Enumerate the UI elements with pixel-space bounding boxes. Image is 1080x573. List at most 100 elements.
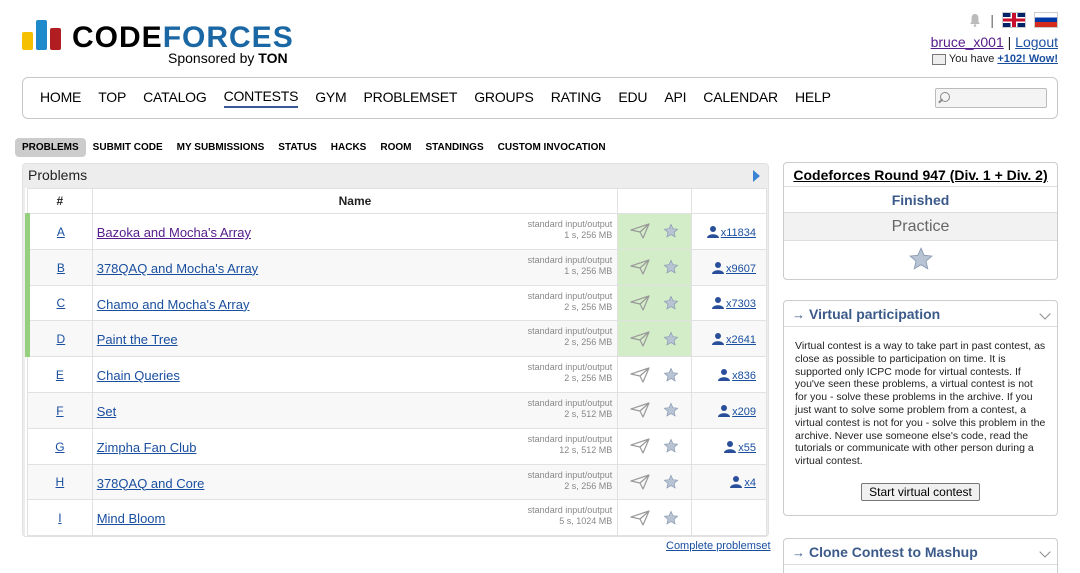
solved-count-link[interactable]: x836: [732, 370, 756, 382]
favourite-star-icon[interactable]: [663, 259, 679, 275]
submenu-my-submissions[interactable]: MY SUBMISSIONS: [170, 138, 272, 157]
favourite-star-icon[interactable]: [663, 510, 679, 526]
sponsor-text: Sponsored by TON: [168, 50, 288, 66]
start-virtual-contest-button[interactable]: Start virtual contest: [861, 482, 980, 501]
menu-api[interactable]: API: [664, 89, 686, 107]
submenu-custom-invocation[interactable]: CUSTOM INVOCATION: [491, 138, 613, 157]
table-row: B 378QAQ and Mocha's Array standard input/…: [25, 248, 767, 286]
menu-top[interactable]: TOP: [98, 89, 126, 107]
virtual-participation-header[interactable]: → Virtual participation: [784, 301, 1057, 327]
chevron-down-icon[interactable]: [1039, 308, 1051, 320]
envelope-icon[interactable]: [931, 53, 946, 65]
problem-name-link[interactable]: Chain Queries: [97, 368, 180, 383]
problem-name-cell: 378QAQ and Core standard input/output 2 s,…: [91, 463, 619, 501]
problem-index-link[interactable]: F: [56, 404, 63, 418]
submit-plane-icon[interactable]: [630, 402, 651, 418]
problem-index-link[interactable]: E: [56, 368, 64, 382]
user-icon: [706, 225, 719, 238]
solved-count-link[interactable]: x209: [732, 406, 756, 418]
favourite-star-icon[interactable]: [663, 223, 679, 239]
header-user-area: | bruce_x001 | Logout You have +102! Wow…: [931, 10, 1058, 65]
problem-name-link[interactable]: Bazoka and Mocha's Array: [97, 225, 251, 240]
solved-count-link[interactable]: x55: [738, 442, 756, 454]
menu-rating[interactable]: RATING: [551, 89, 602, 107]
problem-index-link[interactable]: H: [56, 475, 65, 489]
problem-index-link[interactable]: G: [55, 440, 64, 454]
problem-index-link[interactable]: I: [58, 511, 61, 525]
menu-calendar[interactable]: CALENDAR: [703, 89, 778, 107]
menu-catalog[interactable]: CATALOG: [143, 89, 207, 107]
problem-index-cell: A: [25, 213, 93, 250]
problem-name-link[interactable]: Chamo and Mocha's Array: [97, 297, 250, 312]
expand-arrow-icon[interactable]: [753, 170, 760, 182]
menu-problemset[interactable]: PROBLEMSET: [364, 89, 458, 107]
submenu-room[interactable]: ROOM: [373, 138, 418, 157]
virtual-participation-text: Virtual contest is a way to take part in…: [795, 340, 1046, 468]
col-actions-header: [617, 188, 693, 214]
contest-submenu: PROBLEMS SUBMIT CODE MY SUBMISSIONS STAT…: [15, 138, 613, 157]
chevron-down-icon[interactable]: [1039, 546, 1051, 558]
problem-name-link[interactable]: 378QAQ and Core: [97, 476, 205, 491]
arrow-right-icon: →: [792, 545, 805, 560]
problem-name-cell: 378QAQ and Mocha's Array standard input/o…: [91, 248, 619, 286]
favourite-star-icon[interactable]: [663, 295, 679, 311]
problem-index-link[interactable]: C: [57, 296, 66, 310]
menu-gym[interactable]: GYM: [315, 89, 346, 107]
favourite-star-icon[interactable]: [663, 474, 679, 490]
favourite-star-icon[interactable]: [663, 331, 679, 347]
submenu-submit-code[interactable]: SUBMIT CODE: [86, 138, 170, 157]
problem-name-link[interactable]: Mind Bloom: [97, 511, 166, 526]
menu-edu[interactable]: EDU: [618, 89, 647, 107]
clone-contest-header[interactable]: → Clone Contest to Mashup: [784, 539, 1057, 565]
submit-plane-icon[interactable]: [630, 474, 651, 490]
submenu-hacks[interactable]: HACKS: [324, 138, 374, 157]
problem-actions-cell: [617, 213, 693, 250]
favourite-star-icon[interactable]: [663, 402, 679, 418]
submenu-problems[interactable]: PROBLEMS: [15, 138, 86, 157]
favourite-star-icon[interactable]: [908, 246, 934, 275]
problem-name-link[interactable]: Set: [97, 404, 117, 419]
solved-count-link[interactable]: x9607: [726, 263, 756, 275]
submit-plane-icon[interactable]: [630, 366, 651, 383]
problem-limits: standard input/output 12 s, 512 MB: [527, 433, 613, 455]
solved-count-link[interactable]: x4: [744, 477, 756, 489]
submenu-status[interactable]: STATUS: [271, 138, 324, 157]
submit-plane-icon[interactable]: [630, 295, 651, 311]
menu-contests[interactable]: CONTESTS: [223, 88, 298, 108]
username-link[interactable]: bruce_x001: [931, 34, 1004, 50]
favourite-star-icon[interactable]: [663, 367, 679, 383]
problem-name-cell: Chamo and Mocha's Array standard input/ou…: [91, 284, 619, 322]
english-flag-icon[interactable]: [1002, 12, 1026, 28]
submenu-standings[interactable]: STANDINGS: [418, 138, 490, 157]
logout-link[interactable]: Logout: [1015, 34, 1058, 50]
codeforces-logo[interactable]: CODEFORCES Sponsored by TON: [22, 16, 312, 68]
submit-plane-icon[interactable]: [630, 438, 651, 454]
messages-count-link[interactable]: +102! Wow!: [997, 53, 1058, 65]
menu-home[interactable]: HOME: [40, 89, 81, 107]
bell-icon[interactable]: [968, 13, 982, 27]
favourite-star-icon[interactable]: [663, 438, 679, 454]
submit-plane-icon[interactable]: [630, 223, 651, 239]
problem-limits: standard input/output 1 s, 256 MB: [527, 219, 613, 240]
solved-count-link[interactable]: x7303: [726, 298, 756, 310]
problem-name-link[interactable]: Zimpha Fan Club: [97, 440, 197, 455]
submit-plane-icon[interactable]: [630, 510, 651, 526]
search-input[interactable]: [952, 90, 1044, 106]
menu-groups[interactable]: GROUPS: [474, 89, 534, 107]
solved-count-cell: x209: [691, 391, 767, 429]
problem-index-link[interactable]: B: [57, 261, 65, 275]
problem-index-link[interactable]: A: [57, 225, 65, 239]
problem-name-link[interactable]: 378QAQ and Mocha's Array: [97, 261, 258, 276]
solved-count-link[interactable]: x11834: [721, 227, 756, 239]
round-title-link[interactable]: Codeforces Round 947 (Div. 1 + Div. 2): [784, 163, 1057, 187]
submit-plane-icon[interactable]: [630, 259, 651, 275]
problem-index-link[interactable]: D: [57, 332, 66, 346]
russian-flag-icon[interactable]: [1034, 12, 1058, 28]
user-icon: [718, 404, 731, 417]
menu-help[interactable]: HELP: [795, 89, 831, 107]
solved-count-link[interactable]: x2641: [726, 334, 756, 346]
submit-plane-icon[interactable]: [630, 331, 651, 347]
problem-name-link[interactable]: Paint the Tree: [97, 332, 178, 347]
problem-limits: standard input/output 2 s, 256 MB: [527, 290, 613, 312]
complete-problemset-link[interactable]: Complete problemset: [666, 540, 771, 552]
